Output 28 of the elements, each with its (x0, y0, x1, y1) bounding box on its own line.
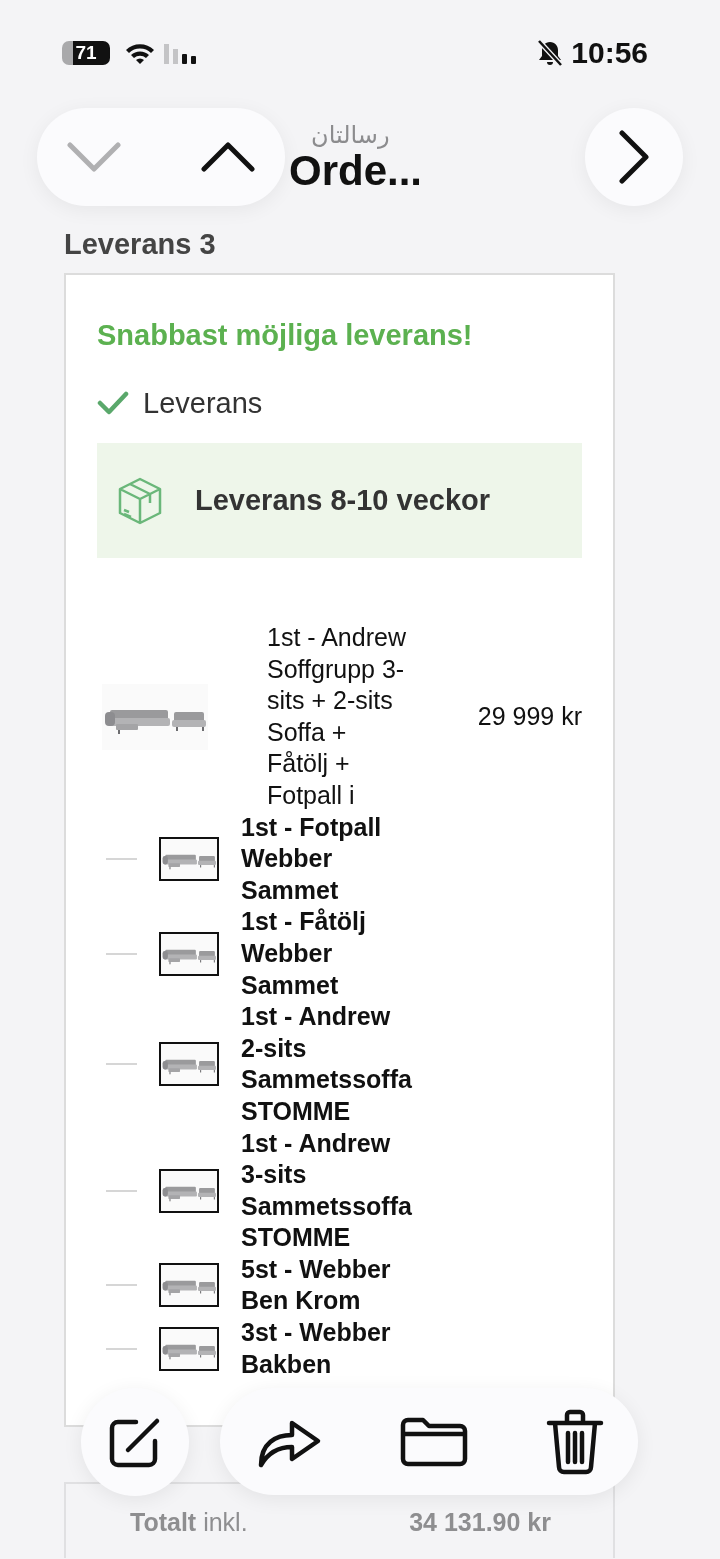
muted-bell-icon (537, 39, 564, 67)
trash-icon (546, 1408, 604, 1475)
chevron-up-icon (201, 142, 255, 172)
package-icon (117, 475, 163, 526)
component-name: 3st - Webber Bakben (241, 1317, 392, 1380)
product-price: 29 999 kr (477, 702, 582, 732)
product-name: 1st - Andrew Soffgrupp 3-sits + 2-sits Soffa + Fåtölj + Fotpall i (267, 622, 407, 811)
chevron-down-icon (67, 142, 121, 172)
chevron-right-icon (619, 130, 649, 184)
checkmark-icon[interactable] (97, 390, 129, 416)
component-name: 1st - Fåtölj Webber Sammet (241, 906, 367, 1001)
promo-text: Snabbast möjliga leverans! (97, 318, 474, 353)
wifi-icon (124, 41, 156, 65)
previous-message-button[interactable] (201, 142, 255, 172)
message-title: Orde... (289, 149, 423, 193)
total-amount: 34 131.90 kr (409, 1508, 551, 1539)
delete-button[interactable] (546, 1408, 604, 1475)
clock-time: 10:56 (571, 36, 648, 70)
component-name: 1st - Andrew 3-sits Sammetssoffa STOMME (241, 1127, 413, 1254)
delivery-estimate: Leverans 8-10 veckor (195, 484, 491, 517)
delivery-heading: Leverans 3 (64, 227, 217, 262)
delivery-option-label: Leverans (143, 386, 263, 420)
total-label: Totalt inkl. (130, 1508, 248, 1539)
message-count: رسالتان (311, 121, 390, 149)
component-name: 5st - Webber Ben Krom (241, 1253, 392, 1317)
component-name: 1st - Andrew 2-sits Sammetssoffa STOMME (241, 1001, 413, 1127)
battery-indicator: 71 (62, 41, 110, 65)
component-name: 1st - Fotpall Webber Sammet (241, 811, 383, 906)
